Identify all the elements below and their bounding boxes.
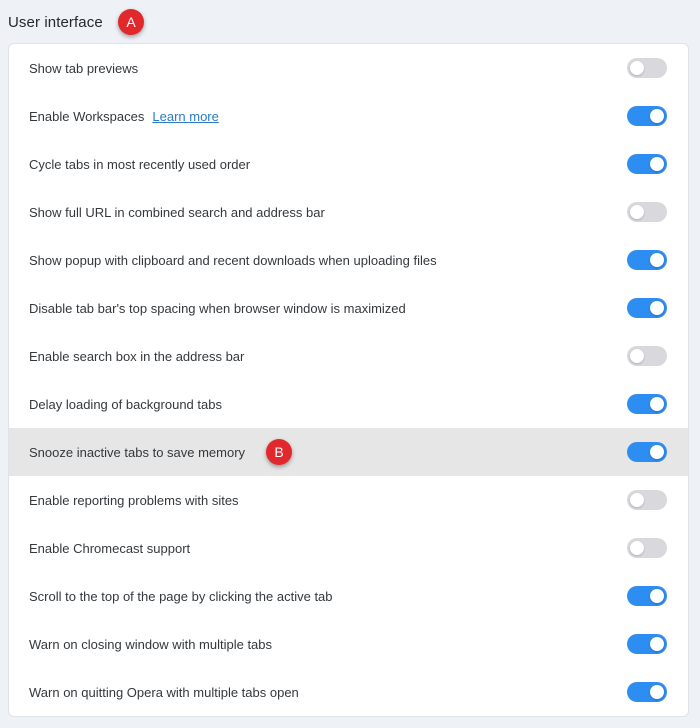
- toggle-knob: [650, 637, 664, 651]
- setting-row-enable-reporting: Enable reporting problems with sites: [9, 476, 688, 524]
- toggle-switch[interactable]: [627, 490, 667, 510]
- setting-label: Enable Chromecast support: [29, 540, 191, 556]
- setting-row-show-full-url: Show full URL in combined search and add…: [9, 188, 688, 236]
- setting-row-show-tab-previews: Show tab previews: [9, 44, 688, 92]
- setting-label: Snooze inactive tabs to save memory: [29, 444, 246, 460]
- toggle-knob: [650, 157, 664, 171]
- setting-label: Scroll to the top of the page by clickin…: [29, 588, 333, 604]
- setting-row-enable-workspaces: Enable Workspaces Learn more: [9, 92, 688, 140]
- setting-row-disable-tab-bar-spacing: Disable tab bar's top spacing when brows…: [9, 284, 688, 332]
- toggle-knob: [650, 301, 664, 315]
- toggle-knob: [630, 61, 644, 75]
- section-title: User interface: [8, 13, 103, 31]
- setting-label-text: Enable Workspaces: [29, 108, 145, 124]
- annotation-badge-a: A: [118, 9, 144, 35]
- toggle-knob: [650, 445, 664, 459]
- toggle-switch[interactable]: [627, 682, 667, 702]
- setting-row-enable-chromecast: Enable Chromecast support: [9, 524, 688, 572]
- learn-more-link[interactable]: Learn more: [152, 109, 218, 124]
- setting-row-warn-quitting-opera: Warn on quitting Opera with multiple tab…: [9, 668, 688, 716]
- setting-row-delay-loading: Delay loading of background tabs: [9, 380, 688, 428]
- toggle-switch[interactable]: [627, 106, 667, 126]
- toggle-switch[interactable]: [627, 250, 667, 270]
- toggle-knob: [630, 493, 644, 507]
- setting-label: Enable search box in the address bar: [29, 348, 245, 364]
- setting-label: Enable reporting problems with sites: [29, 492, 239, 508]
- toggle-switch[interactable]: [627, 58, 667, 78]
- toggle-switch[interactable]: [627, 154, 667, 174]
- toggle-switch[interactable]: [627, 586, 667, 606]
- setting-row-show-popup-clipboard: Show popup with clipboard and recent dow…: [9, 236, 688, 284]
- toggle-switch[interactable]: [627, 298, 667, 318]
- setting-label: Show tab previews: [29, 60, 139, 76]
- setting-label: Warn on closing window with multiple tab…: [29, 636, 273, 652]
- toggle-switch[interactable]: [627, 202, 667, 222]
- setting-row-snooze-inactive-tabs: Snooze inactive tabs to save memory B: [9, 428, 688, 476]
- toggle-knob: [650, 253, 664, 267]
- setting-row-scroll-to-top: Scroll to the top of the page by clickin…: [9, 572, 688, 620]
- toggle-knob: [650, 397, 664, 411]
- section-header: User interface A: [8, 9, 144, 35]
- setting-label: Delay loading of background tabs: [29, 396, 222, 412]
- toggle-switch[interactable]: [627, 346, 667, 366]
- annotation-badge-b: B: [266, 439, 292, 465]
- toggle-knob: [650, 685, 664, 699]
- toggle-knob: [650, 109, 664, 123]
- setting-row-enable-search-box: Enable search box in the address bar: [9, 332, 688, 380]
- setting-label: Cycle tabs in most recently used order: [29, 156, 251, 172]
- toggle-switch[interactable]: [627, 442, 667, 462]
- setting-label: Show popup with clipboard and recent dow…: [29, 252, 437, 268]
- setting-row-warn-closing-window: Warn on closing window with multiple tab…: [9, 620, 688, 668]
- setting-label: Warn on quitting Opera with multiple tab…: [29, 684, 299, 700]
- toggle-switch[interactable]: [627, 538, 667, 558]
- toggle-knob: [650, 589, 664, 603]
- setting-label: Show full URL in combined search and add…: [29, 204, 325, 220]
- toggle-knob: [630, 349, 644, 363]
- toggle-switch[interactable]: [627, 634, 667, 654]
- toggle-knob: [630, 205, 644, 219]
- setting-label: Disable tab bar's top spacing when brows…: [29, 300, 406, 316]
- settings-card: Show tab previews Enable Workspaces Learn…: [8, 43, 689, 717]
- toggle-knob: [630, 541, 644, 555]
- toggle-switch[interactable]: [627, 394, 667, 414]
- setting-row-cycle-tabs: Cycle tabs in most recently used order: [9, 140, 688, 188]
- setting-label: Enable Workspaces Learn more: [29, 109, 219, 124]
